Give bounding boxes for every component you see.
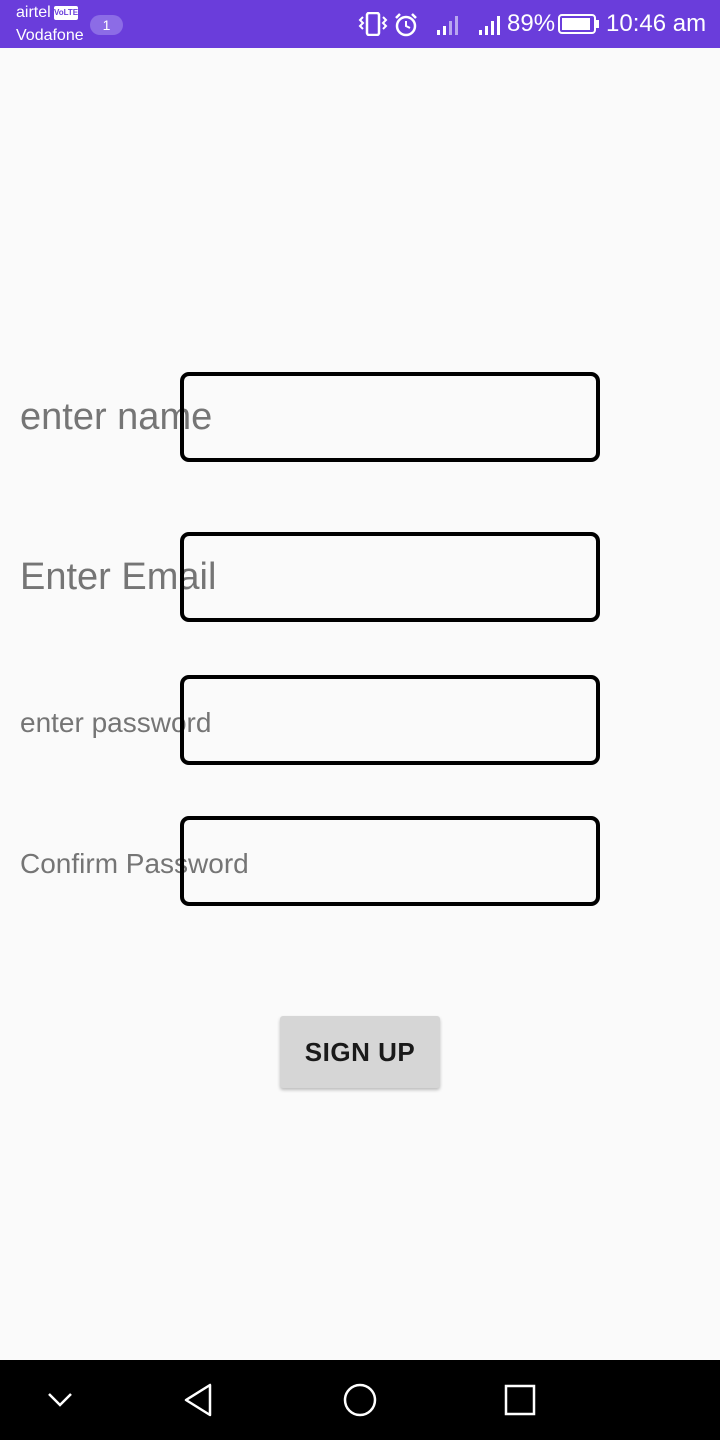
volte-badge: VoLTE [54, 6, 78, 20]
email-input[interactable] [180, 532, 600, 622]
notification-count-badge: 1 [90, 15, 123, 35]
back-icon[interactable] [180, 1380, 220, 1420]
carrier-secondary: Vodafone [16, 27, 84, 44]
signal-strong-icon [479, 16, 500, 35]
confirm-password-input[interactable] [180, 816, 600, 906]
signal-weak-icon [437, 16, 458, 35]
home-icon[interactable] [340, 1380, 380, 1420]
name-input[interactable] [180, 372, 600, 462]
navigation-bar [0, 1360, 720, 1440]
signup-screen: airtel VoLTE Vodafone 1 89% 10:46 am ent… [0, 0, 720, 1440]
battery-percent: 89% [507, 10, 556, 37]
clock: 10:46 am [606, 10, 707, 37]
recents-icon[interactable] [500, 1380, 540, 1420]
password-input[interactable] [180, 675, 600, 765]
carrier-primary: airtel [16, 4, 51, 21]
vibrate-icon [358, 12, 388, 36]
battery-icon [558, 14, 599, 34]
status-bar: airtel VoLTE Vodafone 1 89% 10:46 am [0, 0, 720, 48]
chevron-down-icon[interactable] [40, 1380, 80, 1420]
signup-button[interactable]: SIGN UP [280, 1016, 440, 1088]
alarm-icon [395, 13, 417, 37]
